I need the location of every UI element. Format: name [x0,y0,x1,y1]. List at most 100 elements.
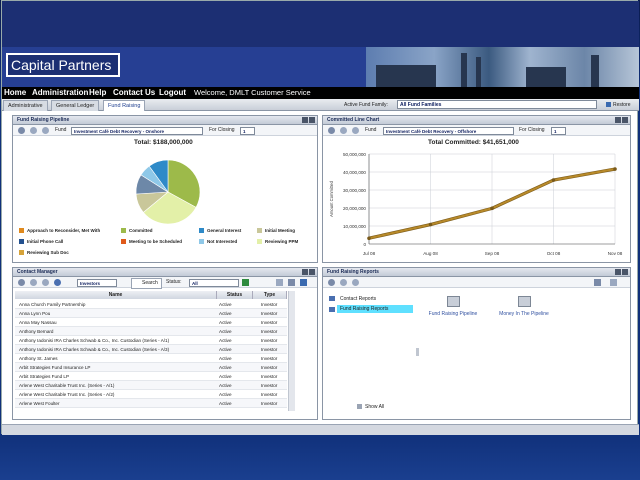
back-icon[interactable] [340,279,347,286]
copy-icon[interactable] [276,279,283,286]
restore-button[interactable]: Restore [606,99,631,111]
export-icon[interactable] [610,279,617,286]
forward-icon[interactable] [42,127,49,134]
y-tick-label: 0 [363,242,366,247]
maximize-icon[interactable] [309,117,315,123]
cell-name: Anthony Iadonisi IRA Charles Schwab & Co… [19,347,170,352]
back-icon[interactable] [30,127,37,134]
minimize-icon[interactable] [302,117,308,123]
legend-label: Meeting to be Scheduled [129,239,183,244]
y-tick-label: 20,000,000 [343,206,366,211]
splitter-handle[interactable] [416,348,419,356]
table-row[interactable]: Arbit Strategies Fund Insurance LP Active… [15,363,287,372]
table-row[interactable]: Anthony Iadonisi IRA Charles Schwab & Co… [15,336,287,345]
search-label: Search [142,280,158,286]
report-tile-money-in-pipeline[interactable]: Money In The Pipeline [495,296,553,317]
table-row[interactable]: Anna May Nassau Active Investor [15,318,287,327]
legend-swatch [121,228,126,233]
minimize-icon[interactable] [302,269,308,275]
pipeline-fund-select[interactable]: Investment Café Debt Recovery - Onshore [71,127,203,135]
pipeline-closing-label: For Closing [209,127,235,133]
export-excel-icon[interactable] [242,279,249,286]
committed-closing-select[interactable]: 1 [551,127,566,135]
refresh-icon[interactable] [328,279,335,286]
pipeline-panel: Fund Raising Pipeline Fund Investment Ca… [12,115,318,263]
column-header-name[interactable]: Name [15,291,217,299]
committed-fund-label: Fund [365,127,377,133]
cell-type: Investor [261,347,278,352]
application-window: Capital Partners Home Administration Hel… [1,0,639,435]
contact-type-select[interactable]: Investors [77,279,117,287]
legend-label: General Interest [207,228,242,233]
legend-label: Approach to Reconsider, Met With [27,228,101,233]
data-point[interactable] [367,236,371,241]
view-icon[interactable] [594,279,601,286]
tab-general-ledger[interactable]: General Ledger [51,100,100,111]
tab-fund-raising[interactable]: Fund Raising [103,100,146,111]
table-row[interactable]: Anna Church Family Partnership Active Inve… [15,300,287,309]
back-icon[interactable] [30,279,37,286]
column-header-status[interactable]: Status [217,291,253,299]
tree-fund-raising-reports[interactable]: Fund Raising Reports [337,305,413,313]
cell-type: Investor [261,329,278,334]
legend-label: Not Interested [207,239,238,244]
status-select[interactable]: All [189,279,239,287]
cell-status: Active [219,392,232,397]
menu-home[interactable]: Home [4,87,26,99]
maximize-icon[interactable] [622,117,628,123]
forward-icon[interactable] [352,127,359,134]
table-row[interactable]: Arbit Strategies Fund LP Active Investor [15,372,287,381]
minimize-icon[interactable] [615,117,621,123]
refresh-icon[interactable] [328,127,335,134]
legend-label: Committed [129,228,153,233]
menu-logout[interactable]: Logout [159,87,186,99]
table-row[interactable]: Arlene West Charitable Trust Inc. (Serie… [15,390,287,399]
print-icon[interactable] [288,279,295,286]
table-row[interactable]: Arlene West Foulter Active Investor [15,399,287,408]
cell-name: Arlene West Charitable Trust Inc. (Serie… [19,383,115,388]
save-icon[interactable] [300,279,307,286]
forward-icon[interactable] [42,279,49,286]
fund-family-select[interactable]: All Fund Families [397,100,597,109]
refresh-icon[interactable] [18,279,25,286]
tab-administrative[interactable]: Administrative [3,100,48,111]
brand-logo[interactable]: Capital Partners [6,53,120,77]
contact-scrollbar[interactable] [288,291,295,411]
main-menu: Home Administration Help Contact Us Logo… [2,87,639,99]
report-tile-pipeline[interactable]: Fund Raising Pipeline [427,296,479,317]
cell-status: Active [219,302,232,307]
menu-administration[interactable]: Administration [32,87,88,99]
table-row[interactable]: Anthony Bernard Active Investor [15,327,287,336]
maximize-icon[interactable] [622,269,628,275]
data-point[interactable] [490,206,494,211]
contacts-icon[interactable] [54,279,61,286]
cell-type: Investor [261,311,278,316]
forward-icon[interactable] [352,279,359,286]
back-icon[interactable] [340,127,347,134]
table-row[interactable]: Anthony Iadonisi IRA Charles Schwab & Co… [15,345,287,354]
maximize-icon[interactable] [309,269,315,275]
refresh-icon[interactable] [18,127,25,134]
menu-contact-us[interactable]: Contact Us [113,87,155,99]
column-header-type[interactable]: Type [253,291,287,299]
cell-name: Anthony Bernard [19,329,54,334]
report-tile-label: Fund Raising Pipeline [428,311,478,317]
data-point[interactable] [428,222,433,227]
search-button[interactable]: Search [131,278,162,289]
table-row[interactable]: Arlene West Charitable Trust Inc. (Serie… [15,381,287,390]
table-row[interactable]: Anthony St. James Active Investor [15,354,287,363]
show-all-checkbox[interactable] [357,404,362,409]
data-point[interactable] [613,167,617,171]
pipeline-toolbar: Fund Investment Café Debt Recovery - Ons… [13,125,317,136]
committed-fund-select[interactable]: Investment Café Debt Recovery - Offshore [383,127,514,135]
minimize-icon[interactable] [615,269,621,275]
legend-item: Committed [121,228,153,234]
table-row[interactable]: Anna Lynn Pou Active Investor [15,309,287,318]
data-point[interactable] [551,178,556,182]
pipeline-pie-chart [135,159,201,225]
cell-name: Anthony Iadonisi IRA Charles Schwab & Co… [19,338,170,343]
tree-contact-reports[interactable]: Contact Reports [340,295,376,303]
menu-help[interactable]: Help [89,87,106,99]
reports-title: Fund Raising Reports [323,268,630,277]
pipeline-closing-select[interactable]: 1 [240,127,255,135]
